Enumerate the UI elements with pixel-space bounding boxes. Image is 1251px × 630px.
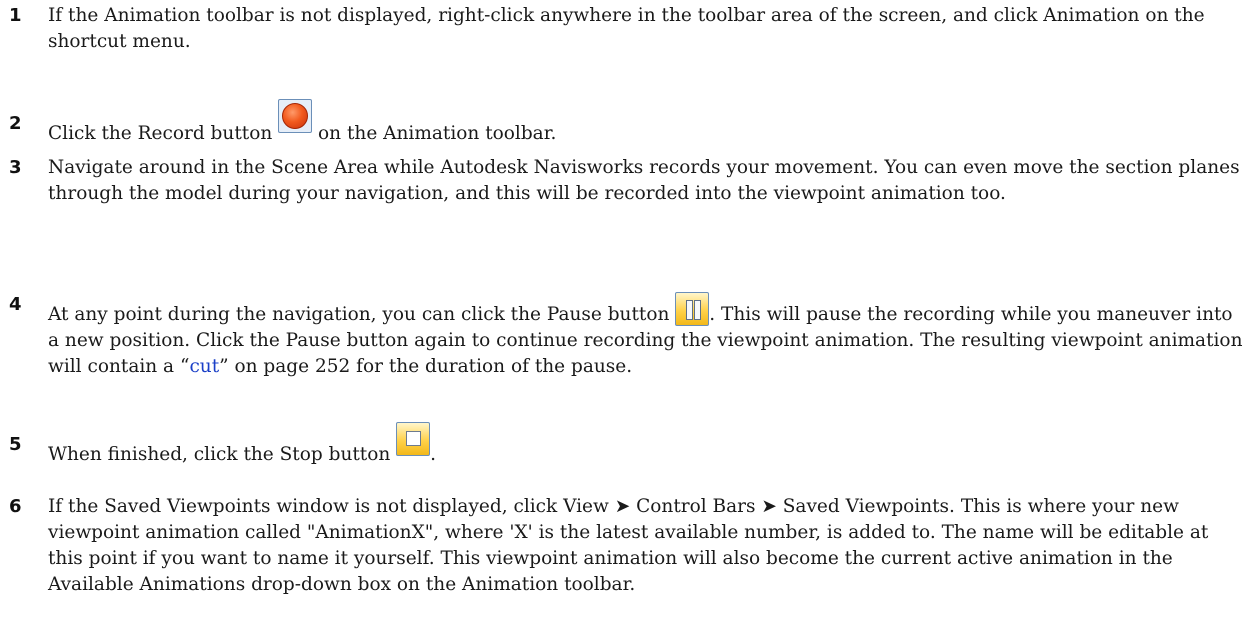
- step-text: If the Saved Viewpoints window is not di…: [48, 496, 1209, 595]
- record-icon: [278, 99, 313, 133]
- pause-icon: [675, 292, 710, 326]
- step-text-before: At any point during the navigation, you …: [48, 304, 670, 325]
- step-text-after: on the Animation toolbar.: [318, 123, 557, 144]
- step-text-after: .: [430, 444, 437, 465]
- step-text-before: Click the Record button: [48, 123, 273, 144]
- step-text: Click the Record button on the Animation…: [48, 99, 1238, 147]
- cut-link[interactable]: cut: [189, 356, 219, 377]
- step-number: 3: [9, 157, 22, 178]
- step-text-before: When finished, click the Stop button: [48, 444, 391, 465]
- step-number: 2: [9, 113, 22, 134]
- step-text: When finished, click the Stop button .: [48, 422, 1238, 468]
- step-number: 5: [9, 434, 22, 455]
- step-text: Navigate around in the Scene Area while …: [48, 157, 1240, 204]
- step-text: At any point during the navigation, you …: [48, 292, 1243, 380]
- step-number: 1: [9, 5, 22, 26]
- step-number: 6: [9, 496, 22, 517]
- stop-icon: [396, 422, 431, 456]
- step-text-after-link: ” on page 252 for the duration of the pa…: [219, 356, 633, 377]
- step-text: If the Animation toolbar is not displaye…: [48, 5, 1205, 52]
- step-number: 4: [9, 294, 22, 315]
